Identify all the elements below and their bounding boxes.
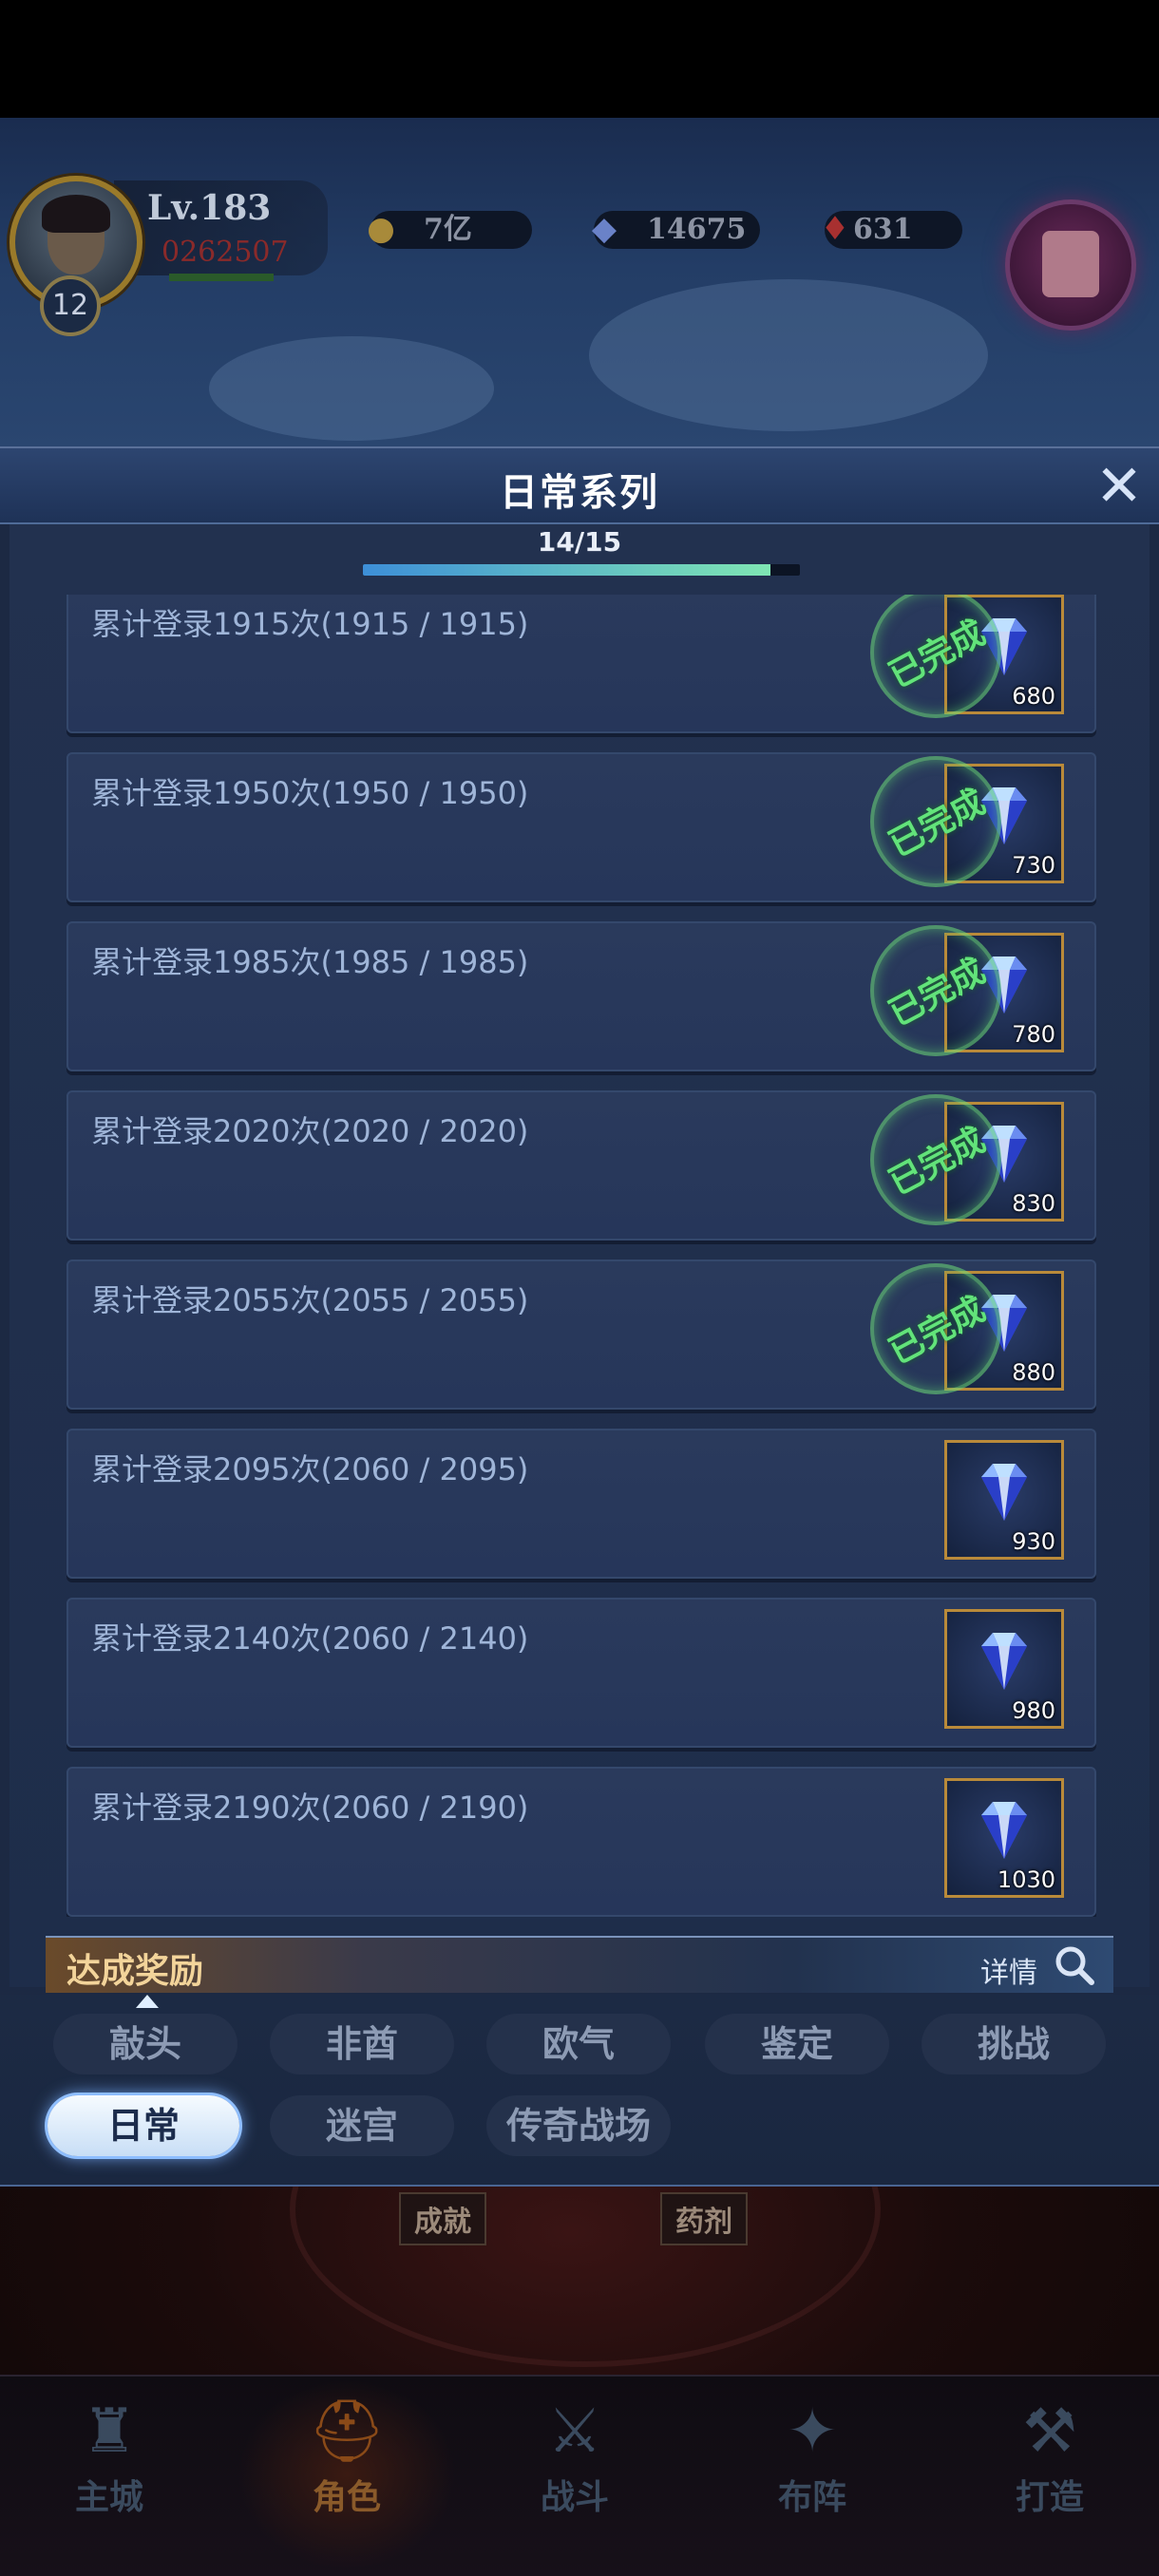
player-power: 0262507	[162, 236, 289, 269]
completion-reward-title: 达成奖励	[66, 1951, 204, 1991]
gem-value: 14675	[647, 213, 747, 246]
reward-quantity: 680	[1012, 683, 1055, 710]
scroll-icon	[1042, 231, 1099, 297]
close-button[interactable]: ✕	[1091, 458, 1148, 515]
close-icon: ✕	[1094, 453, 1144, 520]
gem-resource[interactable]: ◆ 14675	[592, 210, 760, 249]
modal-title: 日常系列	[500, 470, 659, 515]
task-list[interactable]: 累计登录1915次(1915 / 1915) 680 已完成 累计登录1950次(19…	[0, 595, 1159, 1917]
task-label: 累计登录2190次(2060 / 2190)	[91, 1790, 529, 1826]
nav-label: 战斗	[540, 2477, 609, 2517]
reward-quantity: 1030	[997, 1866, 1055, 1893]
task-row: 累计登录1915次(1915 / 1915) 680 已完成	[66, 595, 1096, 733]
completed-stamp: 已完成	[870, 756, 1001, 887]
sky-background	[0, 118, 1159, 450]
task-label: 累计登录1985次(1985 / 1985)	[91, 944, 529, 980]
avatar-hair	[42, 195, 110, 233]
completed-stamp-text: 已完成	[882, 1288, 992, 1373]
potion-button[interactable]: 药剂	[660, 2192, 748, 2245]
task-row: 累计登录2190次(2060 / 2190) 1030	[66, 1767, 1096, 1917]
crossed-swords-icon: ⚔	[547, 2396, 602, 2467]
vip-badge: 12	[40, 275, 101, 336]
search-icon[interactable]	[1053, 1943, 1096, 1987]
reward-quantity: 980	[1012, 1697, 1055, 1724]
quest-scroll-button[interactable]	[1005, 199, 1136, 331]
nav-formation[interactable]: ✦ 布阵	[732, 2394, 893, 2536]
category-tabs: 敲头 非酋 欧气 鉴定 挑战 日常 迷宫 传奇战场	[0, 1995, 1159, 2187]
task-row: 累计登录2055次(2055 / 2055) 880 已完成	[66, 1260, 1096, 1410]
reward-item[interactable]: 930	[944, 1440, 1064, 1560]
task-label: 累计登录2095次(2060 / 2095)	[91, 1451, 529, 1487]
gold-resource[interactable]: ● 7亿	[367, 210, 532, 249]
details-link[interactable]: 详情	[980, 1949, 1037, 1991]
modal-header: 日常系列 ✕	[0, 448, 1159, 524]
player-level: Lv.183	[147, 188, 272, 228]
task-label: 累计登录1915次(1915 / 1915)	[91, 606, 529, 642]
progress-fill	[363, 564, 771, 576]
completed-stamp: 已完成	[870, 925, 1001, 1056]
gold-coin-icon: ●	[367, 210, 395, 248]
reward-quantity: 780	[1012, 1021, 1055, 1048]
diamond-icon	[981, 1633, 1027, 1690]
diamond-icon	[981, 1464, 1027, 1521]
gem-icon: ◆	[591, 210, 618, 248]
task-row: 累计登录2095次(2060 / 2095) 930	[66, 1429, 1096, 1579]
tab-migong[interactable]: 迷宫	[270, 2095, 454, 2156]
task-label: 累计登录2020次(2020 / 2020)	[91, 1113, 529, 1149]
task-label: 累计登录2055次(2055 / 2055)	[91, 1282, 529, 1318]
cloud	[209, 336, 494, 441]
game-screen: { "hud": { "level": "Lv.183", "power": "…	[0, 0, 1159, 2576]
task-label: 累计登录1950次(1950 / 1950)	[91, 775, 529, 811]
status-bar-area	[0, 0, 1159, 118]
nav-label: 角色	[312, 2477, 381, 2517]
completed-stamp-text: 已完成	[882, 612, 992, 696]
active-tab-arrow	[136, 1995, 159, 2008]
reward-item[interactable]: 1030	[944, 1778, 1064, 1898]
task-row: 累计登录1950次(1950 / 1950) 730 已完成	[66, 752, 1096, 902]
achievement-button[interactable]: 成就	[399, 2192, 486, 2245]
nav-label: 打造	[1015, 2477, 1084, 2517]
completion-reward-bar: 达成奖励 详情	[46, 1936, 1113, 1993]
completed-stamp: 已完成	[870, 1094, 1001, 1225]
reward-quantity: 730	[1012, 852, 1055, 879]
tab-richang[interactable]: 日常	[48, 2095, 239, 2156]
task-row: 累计登录2020次(2020 / 2020) 830 已完成	[66, 1090, 1096, 1241]
nav-label: 布阵	[777, 2477, 846, 2517]
nav-character[interactable]: ⛑ 角色	[266, 2394, 428, 2536]
tab-jianding[interactable]: 鉴定	[705, 2014, 889, 2074]
reward-quantity: 830	[1012, 1190, 1055, 1217]
nav-forge[interactable]: ⚒ 打造	[969, 2394, 1130, 2536]
completed-stamp: 已完成	[870, 1263, 1001, 1394]
ruby-icon: ♦	[820, 210, 850, 248]
nav-label: 主城	[74, 2477, 143, 2517]
nav-main-city[interactable]: ♜ 主城	[28, 2394, 190, 2536]
tab-feiqiu[interactable]: 非酋	[270, 2014, 454, 2074]
progress-label: 14/15	[537, 526, 622, 558]
tab-legend-battlefield[interactable]: 传奇战场	[486, 2095, 671, 2156]
task-label: 累计登录2140次(2060 / 2140)	[91, 1620, 529, 1657]
completed-stamp-text: 已完成	[882, 1119, 992, 1203]
castle-icon: ♜	[82, 2396, 137, 2467]
nav-battle[interactable]: ⚔ 战斗	[494, 2394, 656, 2536]
cloud	[589, 279, 988, 431]
helmet-icon: ⛑	[308, 2396, 386, 2467]
ruby-resource[interactable]: ♦ 631	[821, 210, 962, 249]
task-row: 累计登录1985次(1985 / 1985) 780 已完成	[66, 921, 1096, 1071]
anvil-icon: ⚒	[1022, 2396, 1077, 2467]
tab-tiaozhan[interactable]: 挑战	[922, 2014, 1106, 2074]
completed-stamp-text: 已完成	[882, 950, 992, 1034]
tab-qiaotou[interactable]: 敲头	[53, 2014, 238, 2074]
player-exp-bar	[169, 274, 274, 281]
reward-item[interactable]: 980	[944, 1609, 1064, 1729]
completed-stamp-text: 已完成	[882, 781, 992, 865]
formation-icon: ✦	[787, 2396, 838, 2467]
gold-value: 7亿	[424, 213, 472, 246]
tab-ouqi[interactable]: 欧气	[486, 2014, 671, 2074]
diamond-icon	[981, 1802, 1027, 1859]
ruby-value: 631	[853, 213, 913, 246]
task-row: 累计登录2140次(2060 / 2140) 980	[66, 1598, 1096, 1748]
reward-quantity: 930	[1012, 1528, 1055, 1555]
reward-quantity: 880	[1012, 1359, 1055, 1386]
progress-bar	[363, 564, 800, 576]
